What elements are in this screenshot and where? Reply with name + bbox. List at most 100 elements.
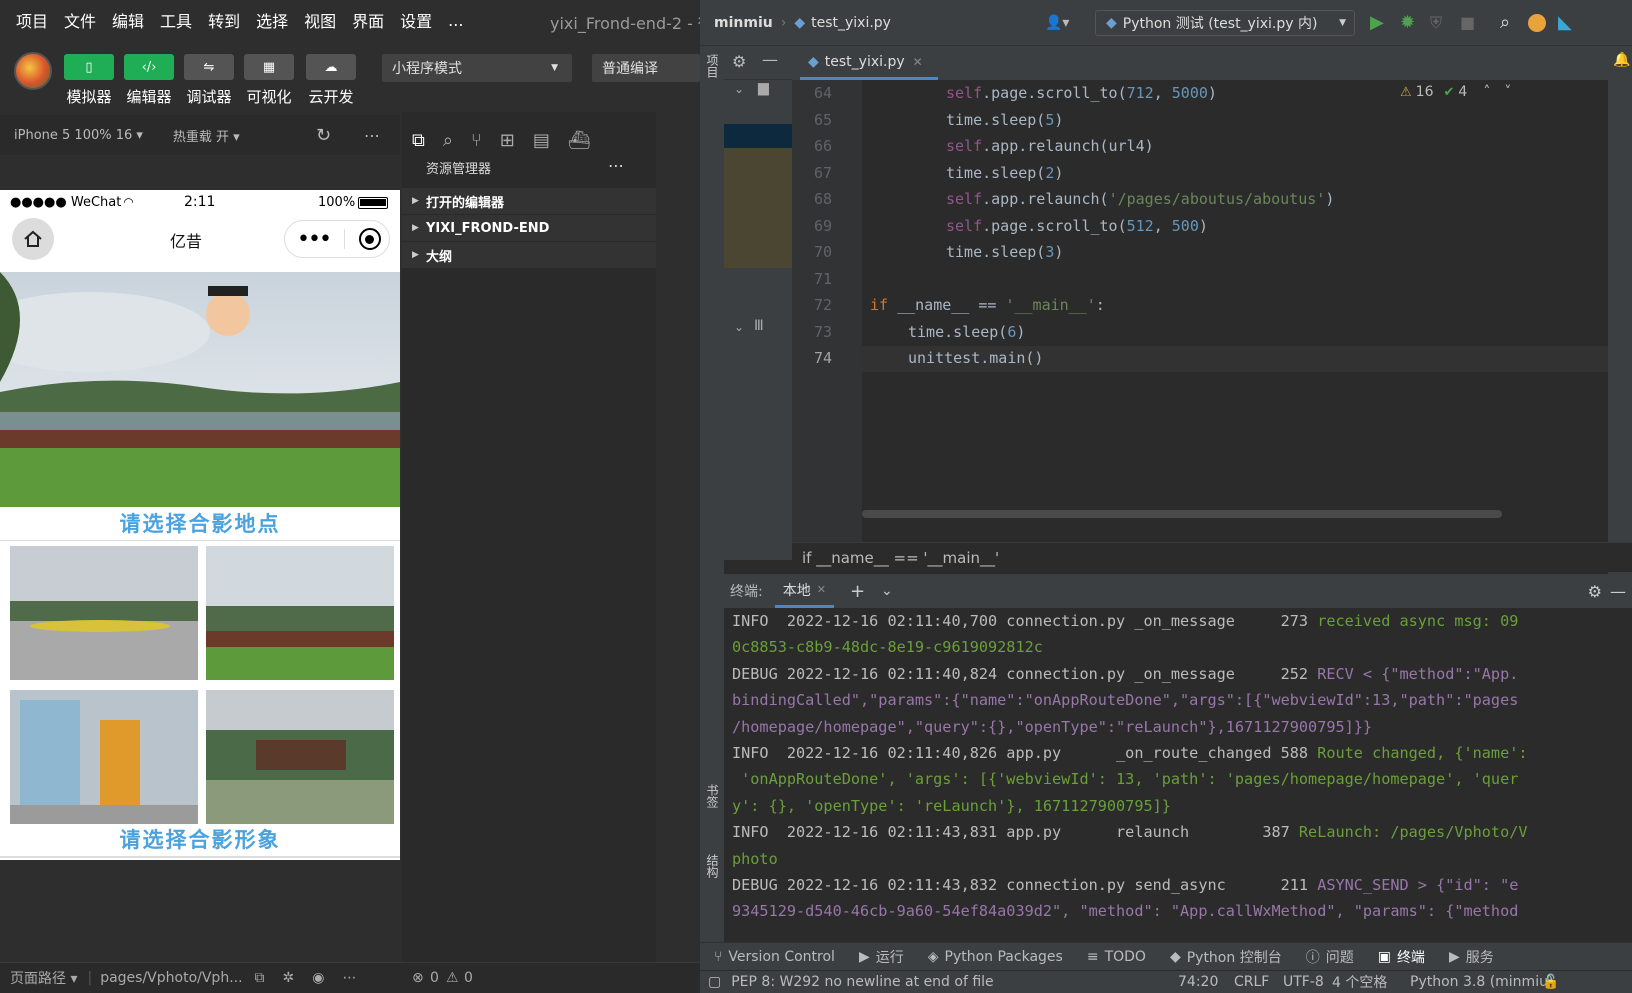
warning-count[interactable]: 0 xyxy=(464,970,473,986)
close-icon[interactable]: ✕ xyxy=(817,583,826,596)
menu-settings[interactable]: 设置 xyxy=(400,8,432,32)
device-select[interactable]: iPhone 5 100% 16 ▾ xyxy=(14,128,143,143)
explorer-more-icon[interactable]: ⋯ xyxy=(608,156,624,175)
stop-icon[interactable]: ■ xyxy=(1460,13,1475,32)
tool-services[interactable]: 服务 xyxy=(1466,947,1494,967)
minimize-icon[interactable]: — xyxy=(762,50,778,69)
home-button[interactable] xyxy=(12,218,54,260)
mode-select[interactable]: 小程序模式 ▼ xyxy=(382,54,572,82)
run-icon[interactable]: ▶ xyxy=(1370,12,1384,33)
bookmarks-tool-label[interactable]: 书签 xyxy=(704,784,721,808)
avatar[interactable] xyxy=(14,52,52,90)
chevron-down-icon[interactable]: ⌄ xyxy=(734,320,744,334)
breadcrumb-item[interactable]: if __name__ == '__main__' xyxy=(802,549,999,567)
indent-setting[interactable]: 4 个空格 xyxy=(1332,972,1387,992)
more-icon[interactable]: ⋯ xyxy=(364,126,380,145)
simulator-tool[interactable]: ▯ 模拟器 xyxy=(64,54,114,107)
cloud-tool[interactable]: ☁ 云开发 xyxy=(306,54,356,107)
more-dots-icon[interactable]: ••• xyxy=(297,227,332,252)
eye-icon[interactable]: ◉ xyxy=(312,970,324,986)
gear-icon[interactable]: ⚙ xyxy=(732,52,746,71)
menu-more[interactable]: ... xyxy=(448,11,463,30)
location-thumb[interactable] xyxy=(10,690,198,824)
tool-terminal[interactable]: 终端 xyxy=(1397,947,1425,967)
menu-interface[interactable]: 界面 xyxy=(352,8,384,32)
chevron-down-icon[interactable]: ⌄ xyxy=(734,82,744,96)
explorer-section-project[interactable]: ▶ YIXI_FROND-END xyxy=(402,215,656,241)
run-config-select[interactable]: ◆ Python 测试 (test_yixi.py 内) ▼ xyxy=(1095,10,1355,36)
docker-icon[interactable]: ⛴ xyxy=(568,130,591,151)
notifications-icon[interactable]: 🔔 xyxy=(1613,52,1630,68)
menu-file[interactable]: 文件 xyxy=(64,8,96,32)
page-path-label[interactable]: 页面路径 ▾ xyxy=(10,968,77,988)
storage-icon[interactable]: ▤ xyxy=(533,130,550,151)
gear-icon[interactable]: ⚙ xyxy=(1588,582,1602,601)
menu-goto[interactable]: 转到 xyxy=(208,8,240,32)
explorer-section-outline[interactable]: ▶ 大纲 xyxy=(402,242,656,268)
chevron-down-icon[interactable]: ⌄ xyxy=(881,583,893,599)
git-branch-icon[interactable]: ⑂ xyxy=(471,130,482,151)
error-count[interactable]: 0 xyxy=(430,970,439,986)
tool-problems[interactable]: 问题 xyxy=(1326,947,1354,967)
menu-select[interactable]: 选择 xyxy=(256,8,288,32)
location-thumb[interactable] xyxy=(10,546,198,680)
close-icon[interactable]: ✕ xyxy=(913,55,923,69)
debug-icon[interactable]: ✹ xyxy=(1400,12,1415,33)
debugger-tool[interactable]: ⇋ 调试器 xyxy=(184,54,234,107)
lock-icon[interactable]: 🔓 xyxy=(1542,974,1559,990)
location-thumb[interactable] xyxy=(206,690,394,824)
structure-tool-label[interactable]: 结构 xyxy=(704,854,721,878)
update-icon[interactable] xyxy=(1528,14,1546,32)
files-icon[interactable]: ⧉ xyxy=(412,130,425,151)
left-tool-strip: 项目 书签 结构 xyxy=(700,46,724,946)
terminal-tab-local[interactable]: 本地 ✕ xyxy=(774,574,834,608)
explorer-section-open-editors[interactable]: ▶ 打开的编辑器 xyxy=(402,188,656,214)
project-name[interactable]: minmiu xyxy=(714,15,773,31)
tool-version-control[interactable]: Version Control xyxy=(728,949,835,965)
inspection-widget[interactable]: ⚠ 16 ✔ 4 ˄ ˅ xyxy=(1400,84,1511,100)
nav-file-name[interactable]: test_yixi.py xyxy=(811,15,891,31)
hot-reload-toggle[interactable]: 热重载 开 ▾ xyxy=(173,126,240,145)
interpreter[interactable]: Python 3.8 (minmiu) xyxy=(1410,974,1553,990)
close-target-icon[interactable] xyxy=(358,228,381,250)
refresh-icon[interactable]: ↻ xyxy=(316,125,331,146)
menu-view[interactable]: 视图 xyxy=(304,8,336,32)
extensions-icon[interactable]: ⊞ xyxy=(500,130,515,151)
layout-icon[interactable]: ▢ xyxy=(708,974,721,990)
line-separator[interactable]: CRLF xyxy=(1234,974,1269,990)
chevron-up-icon[interactable]: ˄ xyxy=(1483,84,1490,100)
plus-icon[interactable]: + xyxy=(850,581,865,602)
menu-project[interactable]: 项目 xyxy=(16,8,48,32)
bug-icon[interactable]: ✲ xyxy=(283,970,295,986)
search-icon[interactable]: ⌕ xyxy=(443,130,453,151)
chevron-down-icon[interactable]: ˅ xyxy=(1504,84,1511,100)
code-editor[interactable]: self.page.scroll_to(712, 5000) time.sleep… xyxy=(792,80,1632,542)
copy-icon[interactable]: ⧉ xyxy=(255,970,265,986)
tool-python-console[interactable]: Python 控制台 xyxy=(1187,947,1282,967)
project-tree: ⚙ — ⌄ ▆ ⌄ Ⅲ xyxy=(724,46,792,560)
error-icon: ⊗ xyxy=(412,970,424,986)
minimize-icon[interactable]: — xyxy=(1610,582,1626,601)
editor-tab-active[interactable]: ◆ test_yixi.py ✕ xyxy=(800,46,938,80)
compile-select[interactable]: 普通编译 xyxy=(592,54,700,82)
terminal-tab-label: 本地 xyxy=(782,582,811,599)
visualize-tool[interactable]: ▦ 可视化 xyxy=(244,54,294,107)
menu-tools[interactable]: 工具 xyxy=(160,8,192,32)
tool-run[interactable]: 运行 xyxy=(876,947,904,967)
jetbrains-icon[interactable]: ◣ xyxy=(1558,12,1572,33)
tree-selected-row[interactable] xyxy=(724,124,792,148)
editor-tool[interactable]: ‹/› 编辑器 xyxy=(124,54,174,107)
location-thumb[interactable] xyxy=(206,546,394,680)
coverage-icon[interactable]: ⛨ xyxy=(1430,13,1442,33)
user-icon[interactable]: 👤▾ xyxy=(1045,15,1069,31)
terminal-output[interactable]: INFO 2022-12-16 02:11:40,700 connection.… xyxy=(724,608,1632,942)
tool-python-packages[interactable]: Python Packages xyxy=(945,949,1063,965)
menu-edit[interactable]: 编辑 xyxy=(112,8,144,32)
search-icon[interactable]: ⌕ xyxy=(1500,12,1510,33)
file-encoding[interactable]: UTF-8 xyxy=(1283,974,1324,990)
caret-position[interactable]: 74:20 xyxy=(1178,974,1218,990)
project-tool-label[interactable]: 项目 xyxy=(704,54,721,78)
more-icon[interactable]: ⋯ xyxy=(343,970,357,986)
horizontal-scrollbar[interactable] xyxy=(862,510,1502,518)
tool-todo[interactable]: TODO xyxy=(1105,949,1146,965)
